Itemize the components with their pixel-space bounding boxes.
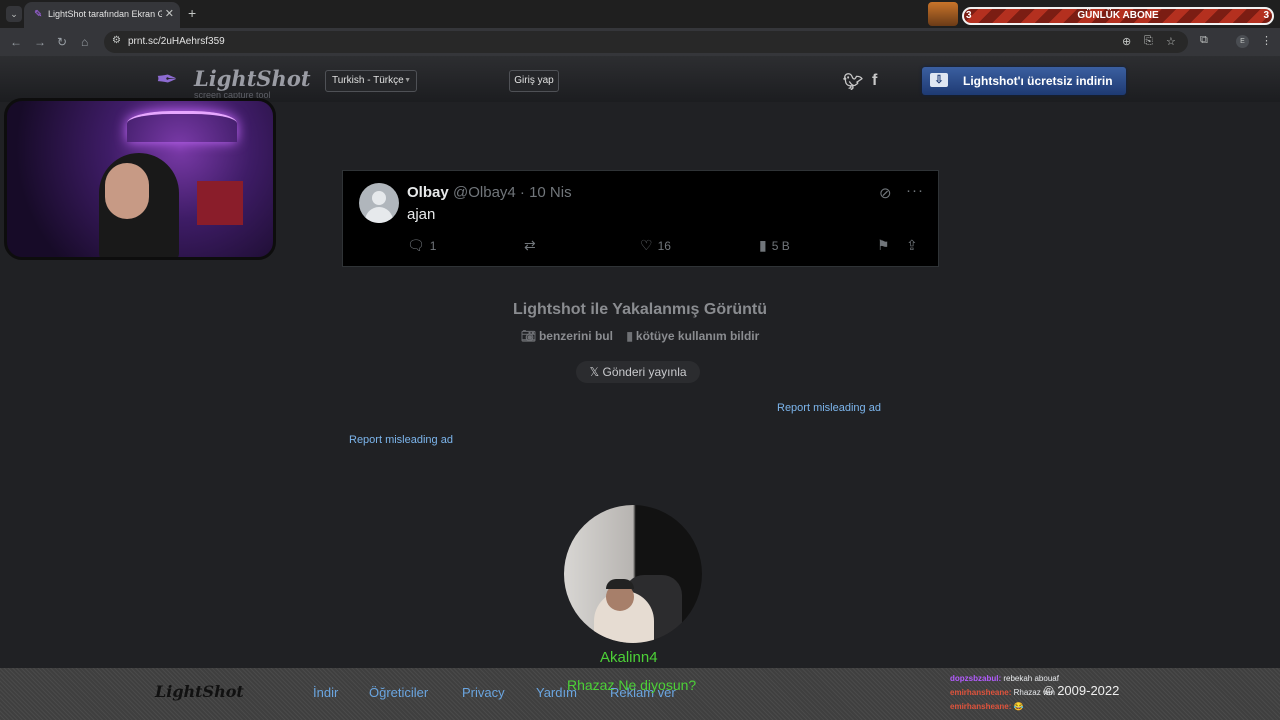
stream-chat: dopzsbzabul: rebekah abouaf emirhanshean…	[950, 672, 1120, 714]
captured-tweet-image: Olbay @Olbay4 · 10 Nis ajan ⊘ ··· 🗨︎ 1 ⇄ …	[342, 170, 939, 267]
chat-username: dopzsbzabul:	[950, 674, 1002, 683]
login-button[interactable]: Giriş yap	[509, 70, 559, 92]
facebook-icon[interactable]: f	[872, 72, 877, 90]
share-icon: ⇪	[906, 237, 918, 253]
lightshot-favicon-icon: ✎	[34, 9, 43, 20]
lightshot-logo[interactable]: ✒ LightShot screen capture tool	[156, 64, 311, 100]
reload-icon[interactable]: ↻	[57, 34, 67, 50]
goal-label: GÜNLÜK ABONE	[1077, 10, 1159, 21]
x-post-label: Gönderi yayınla	[602, 365, 687, 379]
tweet-text: ajan	[407, 206, 436, 223]
guest-cam-name: Akalinn4	[600, 649, 658, 666]
language-value: Turkish - Türkçe	[332, 75, 404, 86]
back-icon[interactable]: ←	[10, 34, 22, 50]
url-text[interactable]: prnt.sc/2uHAehrsf359	[128, 36, 225, 47]
views-count: 5 B	[771, 239, 790, 253]
extensions-icon[interactable]: ⧉	[1200, 34, 1208, 47]
tab-close-icon[interactable]: ✕	[165, 7, 174, 20]
logo-text: LightShot	[194, 66, 311, 91]
flag-decoration	[197, 181, 243, 225]
report-flag-icon: ▮	[626, 329, 633, 343]
footer-link-download[interactable]: İndir	[313, 685, 338, 700]
views-chart-icon: ▮	[759, 237, 767, 253]
report-misleading-ad-link-2[interactable]: Report misleading ad	[349, 434, 453, 446]
streamer-webcam	[4, 98, 276, 260]
find-similar-label: benzerini bul	[538, 329, 613, 343]
tab-search-icon[interactable]: ⌄	[6, 6, 22, 22]
chevron-down-icon: ▼	[404, 77, 411, 84]
chat-username: emirhansheane:	[950, 688, 1012, 697]
report-abuse-label: kötüye kullanım bildir	[635, 329, 760, 343]
x-logo-icon: 𝕏	[589, 365, 600, 379]
feather-icon: ✒	[156, 64, 178, 94]
bookmark-icon: ⚑	[877, 237, 890, 253]
twitter-icon[interactable]: 🐦︎	[843, 72, 863, 92]
forward-icon[interactable]: →	[34, 34, 46, 50]
language-select[interactable]: Turkish - Türkçe ▼	[325, 70, 417, 92]
profile-avatar[interactable]: E	[1236, 35, 1249, 48]
grok-icon: ⊘	[879, 185, 892, 202]
subscriber-goal-bar: 3 GÜNLÜK ABONE 3	[962, 7, 1274, 25]
chat-username: emirhansheane:	[950, 702, 1012, 711]
captured-links: 📷︎ benzerini bul ▮ kötüye kullanım bildir	[0, 329, 1280, 343]
zoom-icon[interactable]: ⊕	[1122, 35, 1131, 48]
reply-action: 🗨︎ 1	[407, 237, 436, 254]
camera-icon: 📷︎	[520, 329, 536, 343]
site-info-icon[interactable]: ⚙	[112, 35, 121, 46]
tweet-avatar	[359, 183, 399, 223]
tweet-author-name: Olbay	[407, 184, 449, 201]
footer-link-tutorials[interactable]: Öğreticiler	[369, 685, 428, 700]
retweet-icon: ⇄	[524, 237, 536, 253]
install-app-icon[interactable]: ⎘	[1144, 35, 1153, 48]
download-button[interactable]: ⇩ Lightshot'ı ücretsiz indirin	[922, 67, 1126, 95]
chat-text: Rhazaz win	[1013, 688, 1055, 697]
report-misleading-ad-link[interactable]: Report misleading ad	[777, 402, 881, 414]
new-tab-button[interactable]: +	[188, 5, 196, 21]
like-count: 16	[657, 239, 671, 253]
stream-overlay-message: Rhazaz Ne diyosun?	[567, 677, 697, 693]
heart-icon: ♡	[640, 237, 653, 253]
chat-message: emirhansheane: Rhazaz win	[950, 686, 1120, 700]
address-bar[interactable]: ⚙ prnt.sc/2uHAehrsf359 ⊕ ⎘ ☆	[104, 31, 1188, 53]
tweet-handle-date: @Olbay4 · 10 Nis	[453, 184, 572, 201]
site-header: ✒ LightShot screen capture tool Turkish …	[0, 56, 1280, 102]
streamer-face	[105, 163, 149, 219]
bookmark-star-icon[interactable]: ☆	[1166, 35, 1176, 48]
like-action: ♡ 16	[640, 237, 671, 254]
browser-tab[interactable]: ✎ LightShot tarafından Ekran Görüntüsü ✕	[24, 2, 180, 28]
neon-sign	[127, 111, 237, 142]
tab-strip: ⌄ ✎ LightShot tarafından Ekran Görüntüsü…	[0, 0, 1280, 28]
home-icon[interactable]: ⌂	[81, 34, 88, 50]
chat-text: 😂	[1013, 702, 1024, 711]
captured-title: Lightshot ile Yakalanmış Görüntü	[513, 301, 767, 318]
chat-message: emirhansheane: 😂	[950, 700, 1120, 714]
tab-title: LightShot tarafından Ekran Görüntüsü	[48, 9, 162, 19]
guest-webcam	[564, 505, 702, 643]
report-abuse-link[interactable]: ▮ kötüye kullanım bildir	[626, 329, 759, 343]
goal-right-count: 3	[1263, 10, 1269, 21]
reply-count: 1	[429, 239, 437, 253]
views-action: ▮ 5 B	[759, 237, 790, 254]
more-icon: ···	[906, 182, 924, 199]
browser-toolbar: ← → ↻ ⌂ ⚙ prnt.sc/2uHAehrsf359 ⊕ ⎘ ☆ ⧉ E…	[0, 28, 1280, 56]
menu-kebab-icon[interactable]: ⋮	[1261, 34, 1272, 47]
footer-logo[interactable]: LightShot	[155, 682, 244, 701]
footer-link-privacy[interactable]: Privacy	[462, 685, 505, 700]
find-similar-link[interactable]: 📷︎ benzerini bul	[521, 329, 613, 343]
download-label: Lightshot'ı ücretsiz indirin	[963, 74, 1113, 88]
goal-avatar-image	[928, 2, 958, 26]
reply-icon: 🗨︎	[407, 237, 425, 253]
chat-text: rebekah abouaf	[1003, 674, 1059, 683]
x-post-button[interactable]: 𝕏 Gönderi yayınla	[576, 361, 700, 383]
chat-message: dopzsbzabul: rebekah abouaf	[950, 672, 1120, 686]
download-icon: ⇩	[930, 73, 948, 87]
